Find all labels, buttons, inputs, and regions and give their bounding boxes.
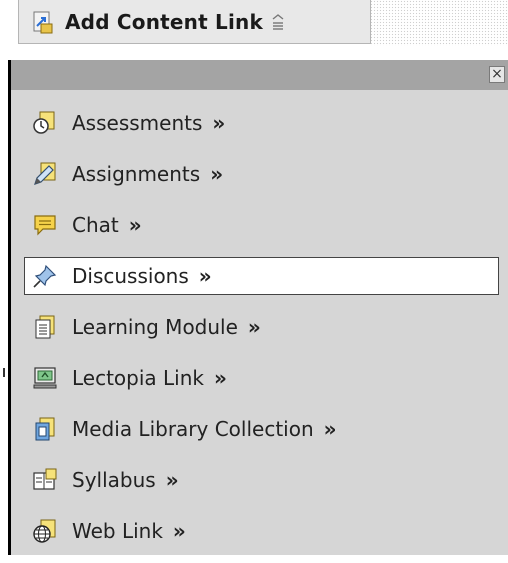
globe-icon — [32, 518, 58, 544]
pencil-icon — [32, 161, 58, 187]
document-stack-icon — [32, 314, 58, 340]
dropdown-caret-icon[interactable] — [271, 13, 285, 30]
menu-item-label: Media Library Collection — [72, 417, 314, 441]
menu-item-learning-module[interactable]: Learning Module » — [24, 308, 499, 346]
menu-item-label: Chat — [72, 213, 119, 237]
chat-bubble-icon — [32, 212, 58, 238]
submenu-arrow: » — [198, 264, 212, 288]
add-link-icon — [31, 10, 55, 34]
submenu-arrow: » — [212, 111, 226, 135]
menu-item-label: Discussions — [72, 264, 189, 288]
background-pattern — [370, 0, 508, 46]
stray-mark — [3, 368, 5, 377]
menu-item-label: Syllabus — [72, 468, 156, 492]
close-button[interactable]: × — [489, 66, 505, 83]
submenu-arrow: » — [210, 162, 224, 186]
monitor-icon — [32, 365, 58, 391]
menu-item-web-link[interactable]: Web Link » — [24, 512, 499, 550]
menu-item-assignments[interactable]: Assignments » — [24, 155, 499, 193]
menu-item-chat[interactable]: Chat » — [24, 206, 499, 244]
menu-item-lectopia-link[interactable]: Lectopia Link » — [24, 359, 499, 397]
submenu-arrow: » — [214, 366, 227, 390]
submenu-arrow: » — [172, 519, 186, 543]
media-library-icon — [32, 416, 58, 442]
menu-item-label: Web Link — [72, 519, 163, 543]
add-content-link-button[interactable]: Add Content Link — [18, 0, 371, 44]
menu-item-label: Lectopia Link — [72, 366, 204, 390]
content-link-menu: × Assessments » Assignments » Chat » Dis… — [8, 60, 508, 555]
submenu-arrow: » — [128, 213, 142, 237]
add-content-link-label: Add Content Link — [65, 9, 263, 34]
menu-header: × — [11, 60, 508, 90]
submenu-arrow: » — [247, 315, 261, 339]
menu-item-media-library-collection[interactable]: Media Library Collection » — [24, 410, 499, 448]
menu-item-syllabus[interactable]: Syllabus » — [24, 461, 499, 499]
submenu-arrow: » — [165, 468, 179, 492]
menu-item-discussions[interactable]: Discussions » — [24, 257, 499, 295]
submenu-arrow: » — [323, 417, 337, 441]
menu-items: Assessments » Assignments » Chat » Discu… — [11, 104, 508, 563]
menu-item-label: Assessments — [72, 111, 203, 135]
syllabus-icon — [32, 467, 58, 493]
menu-item-label: Assignments — [72, 162, 201, 186]
clock-icon — [32, 110, 58, 136]
menu-item-label: Learning Module — [72, 315, 238, 339]
menu-item-assessments[interactable]: Assessments » — [24, 104, 499, 142]
pushpin-icon — [32, 263, 58, 289]
